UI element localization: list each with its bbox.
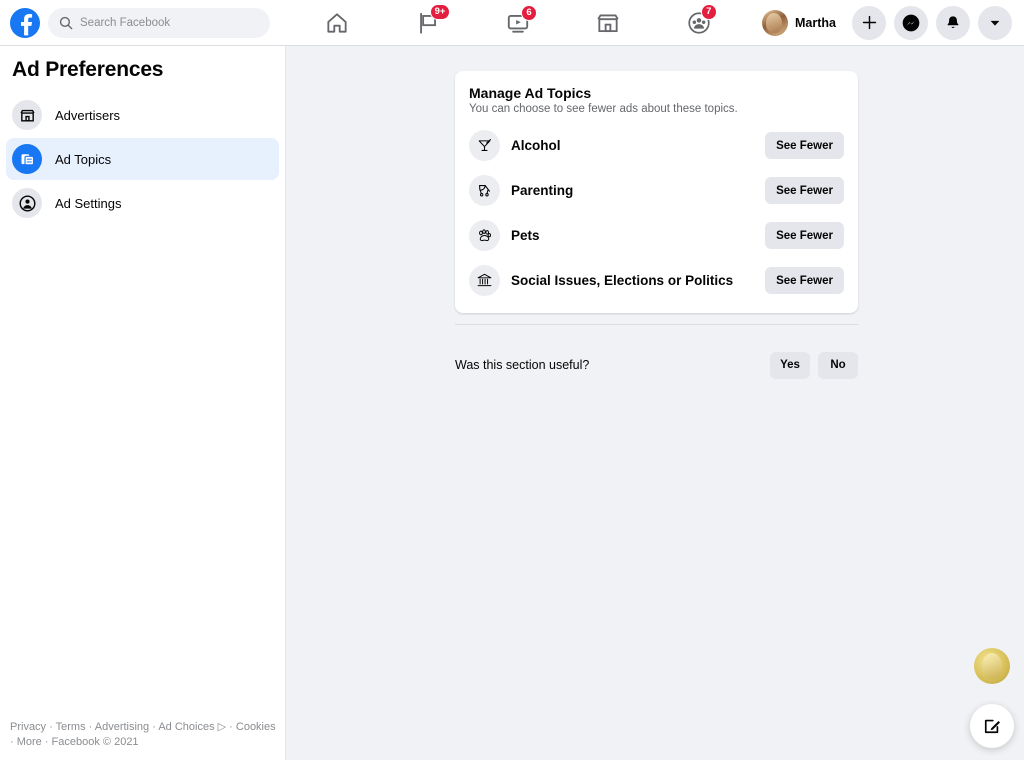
facebook-logo-icon[interactable] — [10, 7, 40, 38]
table-row: Parenting See Fewer — [469, 168, 844, 213]
card-subtitle: You can choose to see fewer ads about th… — [469, 103, 738, 115]
header-left-group: Search Facebook — [0, 7, 270, 38]
feedback-no-button[interactable]: No — [818, 351, 858, 379]
paw-print-icon — [469, 220, 500, 251]
badge-watch: 6 — [520, 4, 537, 21]
page-title: Ad Preferences — [12, 58, 164, 81]
main-content: Manage Ad Topics You can choose to see f… — [286, 46, 1024, 760]
topic-label: Alcohol — [511, 138, 561, 153]
header-right-group: Martha — [760, 5, 1024, 40]
search-input[interactable]: Search Facebook — [48, 7, 270, 38]
topic-label: Parenting — [511, 183, 574, 198]
sidebar-item-label: Ad Topics — [55, 151, 112, 167]
profile-link[interactable]: Martha — [760, 8, 844, 38]
top-navigation-bar: Search Facebook 9+ 6 7 Martha — [0, 0, 1024, 46]
nav-groups[interactable]: 7 — [673, 3, 725, 43]
nav-marketplace[interactable] — [582, 3, 634, 43]
sidebar-item-label: Advertisers — [55, 107, 121, 123]
nav-home[interactable] — [311, 3, 363, 43]
nav-pages[interactable]: 9+ — [402, 3, 454, 43]
manage-ad-topics-card: Manage Ad Topics You can choose to see f… — [455, 71, 858, 313]
feedback-question: Was this section useful? — [455, 358, 590, 372]
sidebar-item-label: Ad Settings — [55, 195, 122, 211]
footer-text: Privacy · Terms · Advertising · Ad Choic… — [10, 721, 276, 749]
avatar — [762, 9, 789, 36]
bell-icon — [947, 15, 959, 28]
search-placeholder: Search Facebook — [80, 16, 171, 29]
feedback-section: Was this section useful? Yes No — [455, 346, 858, 384]
card-title: Manage Ad Topics — [469, 85, 592, 101]
search-icon — [59, 16, 73, 29]
see-fewer-button[interactable]: See Fewer — [765, 267, 844, 294]
chevron-down-icon — [990, 20, 1000, 26]
floating-avatar[interactable] — [974, 648, 1010, 684]
plus-icon — [862, 15, 876, 30]
table-row: Social Issues, Elections or Politics See… — [469, 258, 844, 303]
create-button[interactable] — [852, 5, 886, 40]
section-divider — [455, 324, 858, 325]
notifications-button[interactable] — [936, 5, 970, 40]
see-fewer-button[interactable]: See Fewer — [765, 177, 844, 204]
home-icon — [327, 12, 347, 33]
stroller-icon — [469, 175, 500, 206]
sidebar-item-ad-topics[interactable]: Ad Topics — [6, 138, 279, 180]
sidebar: Ad Preferences Advertisers Ad Topics Ad … — [0, 46, 286, 760]
main-nav-group: 9+ 6 7 — [270, 0, 760, 46]
sidebar-item-ad-settings[interactable]: Ad Settings — [6, 182, 279, 224]
topic-label: Social Issues, Elections or Politics — [511, 273, 734, 288]
profile-name: Martha — [795, 15, 836, 30]
topic-label: Pets — [511, 228, 540, 243]
compose-button[interactable] — [970, 704, 1014, 748]
sidebar-item-advertisers[interactable]: Advertisers — [6, 94, 279, 136]
account-circle-icon — [12, 188, 42, 218]
messenger-icon — [902, 14, 920, 31]
stacked-cards-icon — [12, 144, 42, 174]
badge-groups: 7 — [700, 3, 717, 20]
table-row: Alcohol See Fewer — [469, 123, 844, 168]
see-fewer-button[interactable]: See Fewer — [765, 222, 844, 249]
badge-pages: 9+ — [429, 3, 451, 20]
storefront-icon — [597, 13, 619, 32]
see-fewer-button[interactable]: See Fewer — [765, 132, 844, 159]
footer-links[interactable]: Privacy · Terms · Advertising · Ad Choic… — [10, 720, 278, 750]
cocktail-glass-icon — [469, 130, 500, 161]
compose-pencil-icon — [984, 719, 1000, 734]
table-row: Pets See Fewer — [469, 213, 844, 258]
messenger-button[interactable] — [894, 5, 928, 40]
account-menu-button[interactable] — [978, 5, 1012, 40]
bank-building-icon — [469, 265, 500, 296]
storefront-icon — [12, 100, 42, 130]
nav-watch[interactable]: 6 — [492, 3, 544, 43]
feedback-yes-button[interactable]: Yes — [770, 351, 810, 379]
